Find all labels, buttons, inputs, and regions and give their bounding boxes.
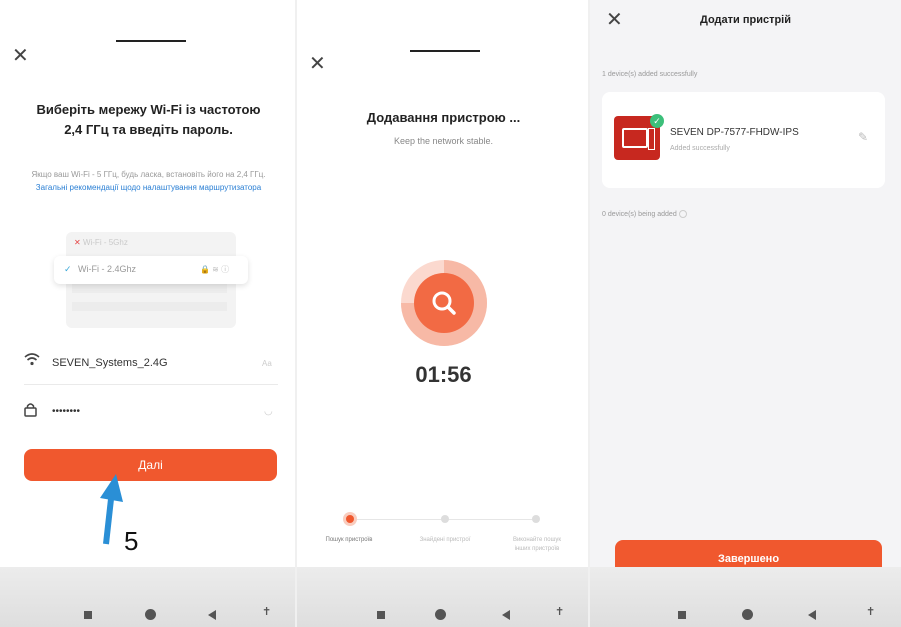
search-spinner [401,260,487,346]
adding-device-screen: ✕ Додавання пристрою ... Keep the networ… [297,0,590,627]
timer: 01:56 [415,362,472,387]
step-3-dot [532,515,540,523]
being-added: 0 device(s) being added [602,210,687,218]
wifi-24-row: ✓ Wi-Fi - 2.4Ghz 🔒 ≋ ⓘ [54,256,248,284]
keyboard-switch[interactable]: Aa [262,359,272,368]
cross-icon: ✕ [74,238,81,247]
eye-icon[interactable]: ◡ [264,406,273,417]
step-1-label: Пошук пристроїв [325,537,373,543]
router-guide-link[interactable]: Загальні рекомендації щодо налаштування … [36,183,261,192]
add-device-result-screen: ✕ Додати пристрій 1 device(s) added succ… [590,0,901,627]
wifi-5g-label: Wi-Fi - 5Ghz [82,238,128,247]
accessibility-icon[interactable]: ✝ [555,607,564,618]
home-icon[interactable] [435,609,446,620]
page-title: Додавання пристрою ... [366,110,521,125]
next-button[interactable]: Далі [24,449,277,481]
intercom-handset [648,128,655,150]
wifi-placeholder-row [72,284,227,293]
being-added-text: 0 device(s) being added [602,210,677,218]
intercom-icon [622,128,648,148]
close-icon[interactable]: ✕ [606,10,623,30]
wifi-24-label: Wi-Fi - 2.4Ghz [78,264,137,274]
device-name: SEVEN DP-7577-FHDW-IPS [670,127,799,138]
added-count: 1 device(s) added successfully [602,71,698,78]
page-title: Виберіть мережу Wi-Fi із частотою 2,4 ГГ… [36,102,261,137]
page-title: Додати пристрій [699,14,792,26]
device-card[interactable]: ✓ SEVEN DP-7577-FHDW-IPS Added successfu… [602,92,885,188]
check-icon: ✓ [64,264,72,274]
wifi-icon [24,353,40,369]
step-3-label: Виконайте пошук інших пристроїв [512,537,562,552]
edit-icon[interactable]: ✎ [858,130,868,144]
accessibility-icon[interactable]: ✝ [262,607,271,618]
accessibility-icon[interactable]: ✝ [866,607,875,618]
close-icon[interactable]: ✕ [12,46,29,66]
divider [24,384,278,385]
step-2-dot [441,515,449,523]
back-icon[interactable] [502,610,510,620]
system-navbar: ✝ [297,567,590,627]
ssid-input[interactable]: SEVEN_Systems_2.4G [52,357,168,369]
top-indicator [410,50,480,52]
device-status: Added successfully [670,145,730,152]
lock-icon [24,402,37,422]
system-navbar: ✝ [590,567,901,627]
recent-apps-icon[interactable] [377,611,385,619]
lock-wifi-info-icons: 🔒 ≋ ⓘ [200,265,230,274]
back-icon[interactable] [208,610,216,620]
step-1-dot [343,512,357,526]
loading-icon [678,210,687,218]
top-indicator [116,40,186,42]
step-2-label: Знайдені пристрої [419,537,471,543]
wifi-5g-row: ✕ Wi-Fi - 5Ghz [74,238,128,247]
home-icon[interactable] [742,609,753,620]
wifi-24-label-wrap: Wi-Fi - 2.4Ghz [78,264,136,274]
hint-static: Якщо ваш Wi-Fi - 5 ГГц, будь ласка, вста… [31,170,266,179]
success-check-icon: ✓ [650,114,664,128]
back-icon[interactable] [808,610,816,620]
close-icon[interactable]: ✕ [309,54,326,74]
wifi-placeholder-row [72,302,227,311]
system-navbar: ✝ [0,567,297,627]
wifi-setup-screen: ✕ Виберіть мережу Wi-Fi із частотою 2,4 … [0,0,297,627]
page-subtitle: Keep the network stable. [393,136,494,146]
home-icon[interactable] [145,609,156,620]
recent-apps-icon[interactable] [678,611,686,619]
password-input[interactable]: •••••••• [52,406,80,417]
recent-apps-icon[interactable] [84,611,92,619]
hint-text: Якщо ваш Wi-Fi - 5 ГГц, будь ласка, вста… [26,168,271,194]
annotation-number: 5 [124,526,139,556]
